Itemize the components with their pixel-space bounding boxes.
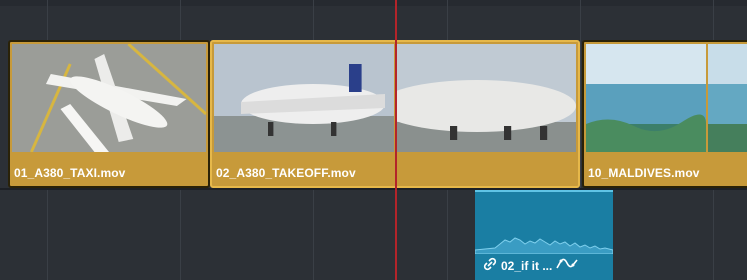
link-icon bbox=[483, 257, 497, 274]
clip-name: 01_A380_TAXI.mov bbox=[14, 166, 126, 180]
video-clip-maldives[interactable]: 10_MALDIVES.mov bbox=[582, 40, 747, 188]
audio-clip[interactable]: 02_if it ... bbox=[475, 190, 613, 280]
volume-curve-icon[interactable] bbox=[556, 257, 578, 274]
thumbnail-takeoff-1 bbox=[214, 44, 394, 152]
audio-clip-label: 02_if it ... bbox=[483, 257, 578, 274]
playhead[interactable] bbox=[395, 0, 397, 280]
clip-thumbnails bbox=[586, 44, 747, 152]
thumbnail-taxi bbox=[12, 44, 206, 152]
timeline[interactable]: 01_A380_TAXI.mov 02_A380_TAKEOFF.mov 10_… bbox=[0, 0, 747, 280]
thumbnail-takeoff-2 bbox=[396, 44, 576, 152]
audio-waveform bbox=[475, 237, 613, 254]
clip-thumbnails bbox=[12, 44, 206, 152]
thumbnail-maldives-2 bbox=[708, 44, 747, 152]
clip-name: 10_MALDIVES.mov bbox=[588, 166, 700, 180]
thumbnail-maldives-1 bbox=[586, 44, 706, 152]
timeline-top-edge bbox=[0, 0, 747, 6]
video-clip-taxi[interactable]: 01_A380_TAXI.mov bbox=[8, 40, 210, 188]
track-divider bbox=[0, 188, 747, 190]
clip-name: 02_A380_TAKEOFF.mov bbox=[216, 166, 356, 180]
audio-clip-name: 02_if it ... bbox=[501, 258, 553, 273]
